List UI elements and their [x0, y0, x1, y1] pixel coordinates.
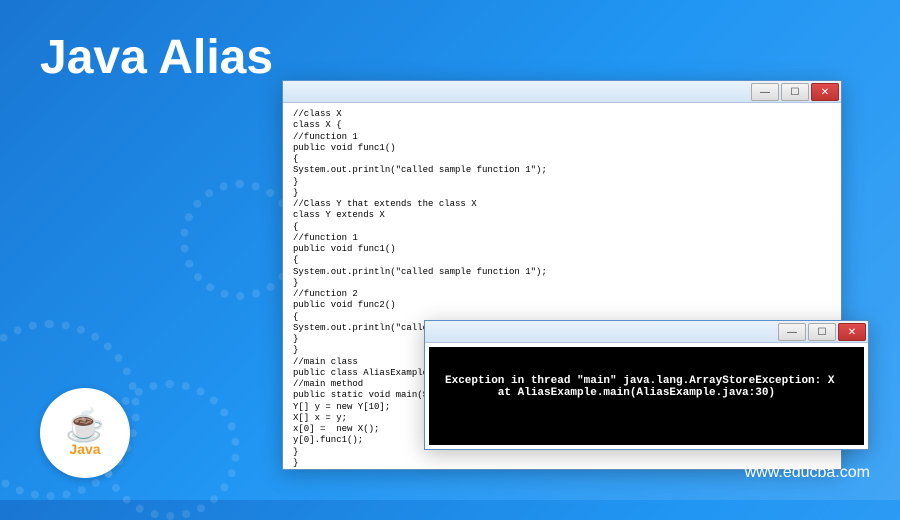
- java-logo-badge: ☕ Java: [40, 388, 130, 478]
- java-logo-text: Java: [69, 441, 100, 457]
- console-output: Exception in thread "main" java.lang.Arr…: [429, 347, 864, 445]
- maximize-button[interactable]: ☐: [808, 323, 836, 341]
- minimize-button[interactable]: —: [778, 323, 806, 341]
- maximize-button[interactable]: ☐: [781, 83, 809, 101]
- website-url: www.educba.com: [745, 464, 870, 482]
- minimize-button[interactable]: —: [751, 83, 779, 101]
- page-title: Java Alias: [40, 30, 273, 85]
- java-cup-icon: ☕: [65, 409, 105, 441]
- close-button[interactable]: ✕: [838, 323, 866, 341]
- window-titlebar: — ☐ ✕: [283, 81, 841, 103]
- console-window: — ☐ ✕ Exception in thread "main" java.la…: [424, 320, 869, 450]
- window-titlebar: — ☐ ✕: [425, 321, 868, 343]
- close-button[interactable]: ✕: [811, 83, 839, 101]
